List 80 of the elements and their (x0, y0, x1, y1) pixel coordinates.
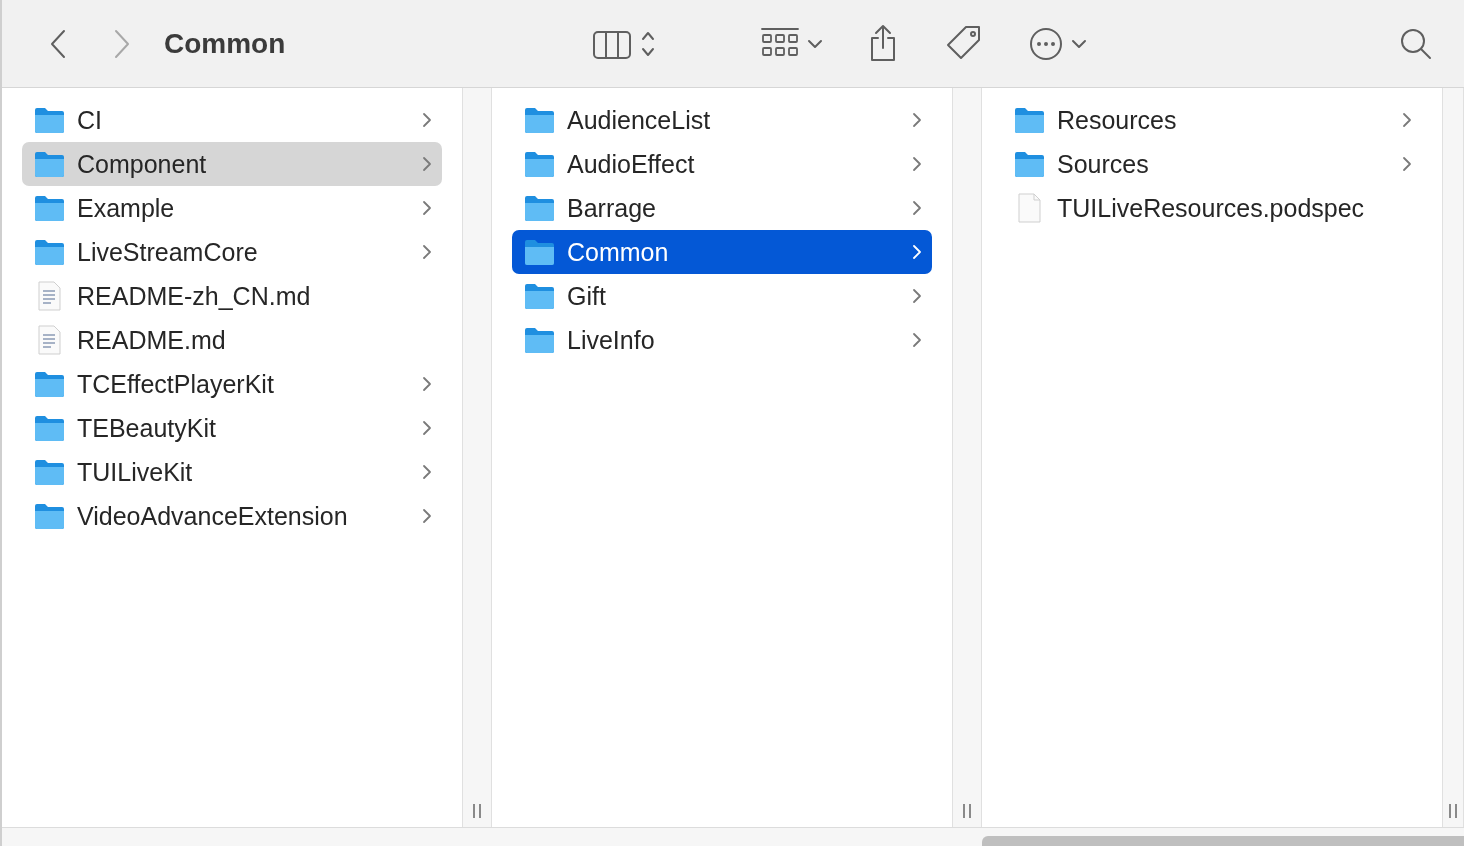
ellipsis-circle-icon (1027, 25, 1064, 62)
resize-handle-icon[interactable] (961, 803, 973, 819)
file-name: README-zh_CN.md (77, 281, 312, 311)
folder-icon (34, 502, 65, 530)
file-name: Sources (1057, 149, 1150, 179)
file-row[interactable]: Sources (1002, 142, 1422, 186)
chevron-right-icon (912, 332, 922, 348)
chevron-right-icon (422, 200, 432, 216)
file-row[interactable]: Component (22, 142, 442, 186)
chevron-right-icon (912, 112, 922, 128)
file-name: Common (567, 237, 670, 267)
file-row[interactable]: Barrage (512, 186, 932, 230)
file-name: Example (77, 193, 176, 223)
chevron-left-icon (48, 27, 68, 60)
chevron-right-icon (112, 27, 132, 60)
file-row[interactable]: AudienceList (512, 98, 932, 142)
file-name: VideoAdvanceExtension (77, 501, 349, 531)
chevron-right-icon (912, 288, 922, 304)
file-name: TEBeautyKit (77, 413, 217, 443)
file-row[interactable]: Resources (1002, 98, 1422, 142)
file-row[interactable]: LiveInfo (512, 318, 932, 362)
chevron-down-icon (1069, 37, 1088, 50)
file-name: LiveStreamCore (77, 237, 259, 267)
folder-icon (524, 194, 555, 222)
folder-icon (34, 370, 65, 398)
file-name: README.md (77, 325, 227, 355)
chevron-right-icon (1402, 112, 1412, 128)
file-name: Gift (567, 281, 607, 311)
folder-icon (524, 150, 555, 178)
folder-icon (34, 458, 65, 486)
file-row[interactable]: Gift (512, 274, 932, 318)
file-row[interactable]: VideoAdvanceExtension (22, 494, 442, 538)
folder-icon (524, 106, 555, 134)
file-name: Component (77, 149, 208, 179)
file-row[interactable]: AudioEffect (512, 142, 932, 186)
folder-icon (1014, 150, 1045, 178)
chevron-right-icon (912, 156, 922, 172)
file-row[interactable]: TCEffectPlayerKit (22, 362, 442, 406)
file-name: LiveInfo (567, 325, 656, 355)
file-name: TUILiveResources.podspec (1057, 193, 1366, 223)
folder-icon (34, 238, 65, 266)
file-row[interactable]: Example (22, 186, 442, 230)
folder-icon (34, 414, 65, 442)
folder-icon (34, 194, 65, 222)
file-name: TUILiveKit (77, 457, 194, 487)
chevron-right-icon (912, 200, 922, 216)
folder-icon (34, 150, 65, 178)
file-row[interactable]: TUILiveResources.podspec (1002, 186, 1422, 230)
chevron-right-icon (422, 464, 432, 480)
chevron-down-icon (805, 37, 824, 50)
chevron-right-icon (422, 508, 432, 524)
scrollbar-thumb[interactable] (982, 836, 1464, 846)
folder-icon (524, 282, 555, 310)
file-row[interactable]: README-zh_CN.md (22, 274, 442, 318)
file-name: Resources (1057, 105, 1178, 135)
file-name: AudioEffect (567, 149, 696, 179)
file-row[interactable]: TEBeautyKit (22, 406, 442, 450)
folder-icon (34, 106, 65, 134)
file-row[interactable]: LiveStreamCore (22, 230, 442, 274)
file-row[interactable]: CI (22, 98, 442, 142)
resize-handle-icon[interactable] (1447, 803, 1459, 819)
chevron-right-icon (422, 420, 432, 436)
folder-icon (524, 326, 555, 354)
file-row[interactable]: README.md (22, 318, 442, 362)
resize-handle-icon[interactable] (471, 803, 483, 819)
file-name: CI (77, 105, 103, 135)
file-name: TCEffectPlayerKit (77, 369, 275, 399)
chevron-right-icon (422, 376, 432, 392)
chevron-right-icon (422, 244, 432, 260)
folder-icon (1014, 106, 1045, 134)
file-row[interactable]: Common (512, 230, 932, 274)
file-row[interactable]: TUILiveKit (22, 450, 442, 494)
chevron-right-icon (1402, 156, 1412, 172)
file-name: AudienceList (567, 105, 712, 135)
folder-icon (524, 238, 555, 266)
window-title: Common (164, 27, 286, 60)
chevron-right-icon (912, 244, 922, 260)
chevron-right-icon (422, 112, 432, 128)
chevron-right-icon (422, 156, 432, 172)
file-name: Barrage (567, 193, 657, 223)
